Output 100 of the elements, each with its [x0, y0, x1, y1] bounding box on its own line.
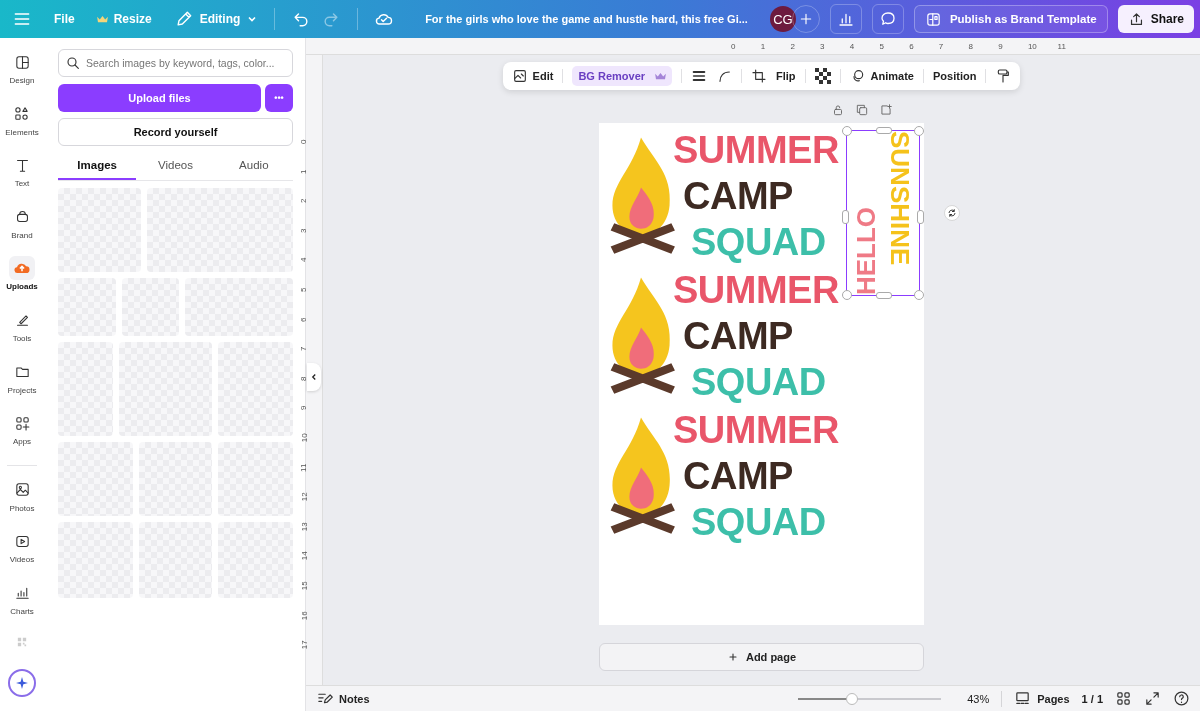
sidebar-item[interactable]: Projects: [7, 359, 37, 412]
resize-handle[interactable]: [842, 210, 849, 224]
more-options-button[interactable]: •••: [265, 84, 293, 112]
sidebar-item[interactable]: Design: [9, 50, 35, 102]
notes-button[interactable]: Notes: [316, 690, 370, 707]
media-tab[interactable]: Audio: [214, 155, 293, 180]
image-edit-icon: [511, 68, 528, 84]
zoom-percentage[interactable]: 43%: [967, 692, 990, 705]
fullscreen-icon[interactable]: [1144, 690, 1161, 707]
magic-assistant-button[interactable]: [8, 668, 36, 697]
ruler-number: 9: [299, 405, 310, 411]
upload-files-button[interactable]: Upload files: [58, 84, 261, 112]
ruler-number: 4: [299, 257, 310, 263]
crown-icon: [96, 14, 108, 24]
ruler-number: 2: [790, 41, 796, 51]
ruler-number: 0: [299, 139, 310, 144]
ruler-number: 4: [849, 41, 856, 51]
border-style-icon[interactable]: [691, 68, 708, 84]
design-text: CAMP: [683, 314, 794, 359]
rotate-handle-icon[interactable]: [943, 204, 961, 222]
pages-icon: [1014, 690, 1032, 707]
ruler-number: 8: [968, 41, 974, 51]
collapse-panel-button[interactable]: [307, 363, 321, 391]
add-page-button[interactable]: Add page: [599, 643, 924, 671]
ruler-number: 13: [299, 522, 310, 531]
ruler-number: 7: [938, 41, 945, 51]
flip-button[interactable]: Flip: [776, 70, 796, 82]
ruler-number: 15: [299, 581, 310, 591]
design-text: SUMMER: [673, 408, 839, 453]
resize-handle[interactable]: [842, 290, 852, 300]
ruler-number: 1: [299, 169, 310, 174]
transparency-icon[interactable]: [814, 68, 831, 84]
ruler-number: 16: [299, 610, 310, 620]
user-avatar[interactable]: CG: [769, 6, 796, 32]
ruler-number: 10: [1027, 41, 1038, 51]
crown-icon: [655, 71, 667, 81]
sidebar-item[interactable]: Elements: [5, 101, 39, 154]
resize-handle[interactable]: [876, 292, 892, 299]
design-text: CAMP: [683, 174, 794, 219]
media-tab[interactable]: Images: [58, 155, 137, 180]
design-text: SUMMER: [673, 128, 839, 173]
search-field[interactable]: Search images by keyword, tags, color...: [58, 49, 293, 77]
sidebar-item[interactable]: Photos: [9, 477, 35, 530]
ruler-number: 5: [879, 41, 885, 51]
ruler-number: 11: [1057, 41, 1067, 51]
ruler-number: 10: [299, 433, 310, 443]
pages-button[interactable]: Pages: [1014, 690, 1070, 707]
ruler-number: 1: [760, 41, 767, 51]
resize-handle[interactable]: [876, 127, 892, 134]
qr-code-icon[interactable]: [17, 636, 27, 647]
sidebar-item[interactable]: Uploads: [6, 256, 38, 308]
template-icon: [924, 10, 942, 28]
corner-rounding-icon[interactable]: [716, 68, 733, 84]
sidebar-item[interactable]: Text: [9, 153, 35, 205]
sidebar-item[interactable]: Charts: [9, 580, 35, 633]
ruler-number: 8: [299, 376, 310, 381]
design-text: SQUAD: [691, 220, 827, 265]
page-count: 1 / 1: [1081, 692, 1103, 705]
insights-button[interactable]: [829, 4, 862, 34]
design-text: SQUAD: [691, 360, 827, 405]
resize-handle[interactable]: [914, 290, 924, 300]
layout-icon: [13, 53, 31, 71]
sidebar-item[interactable]: Apps: [9, 411, 35, 463]
resize-handle[interactable]: [917, 210, 924, 224]
edit-button[interactable]: Edit: [511, 68, 554, 84]
comment-button[interactable]: [871, 4, 904, 34]
add-page-icon[interactable]: [878, 103, 893, 117]
ruler-number: 2: [299, 198, 310, 204]
ruler-number: 11: [299, 463, 310, 472]
crop-icon[interactable]: [751, 68, 768, 84]
ruler-number: 0: [731, 41, 737, 51]
search-icon: [65, 55, 81, 71]
sidebar-item[interactable]: Tools: [9, 307, 35, 360]
bg-remover-button[interactable]: BG Remover: [572, 66, 673, 86]
document-title[interactable]: For the girls who love the game and hustle hard, this free Gi...: [425, 13, 748, 25]
ruler-number: 12: [299, 492, 310, 502]
apps-icon: [13, 414, 31, 432]
position-button[interactable]: Position: [933, 70, 977, 82]
animate-button[interactable]: Animate: [849, 68, 914, 84]
ruler-number: 3: [299, 228, 310, 233]
publish-brand-template-button[interactable]: Publish as Brand Template: [913, 5, 1108, 33]
ruler-number: 9: [998, 41, 1004, 51]
ruler-number: 6: [299, 317, 310, 322]
resize-handle[interactable]: [842, 126, 852, 136]
grid-view-icon[interactable]: [1115, 690, 1132, 707]
ruler-number: 6: [909, 41, 915, 51]
resize-handle[interactable]: [914, 126, 924, 136]
sidebar-item[interactable]: Brand: [9, 204, 35, 257]
media-tab[interactable]: Videos: [136, 155, 215, 180]
ruler-number: 14: [299, 551, 310, 561]
design-text: CAMP: [683, 454, 794, 499]
duplicate-icon[interactable]: [854, 103, 869, 117]
sidebar-item[interactable]: Videos: [9, 529, 35, 581]
design-text: SQUAD: [691, 500, 827, 545]
share-button[interactable]: Share: [1117, 5, 1194, 33]
speech-bubble-icon: [878, 10, 897, 28]
help-icon[interactable]: [1173, 690, 1190, 707]
record-yourself-button[interactable]: Record yourself: [58, 118, 293, 146]
paint-roller-icon[interactable]: [995, 68, 1012, 84]
design-text: SUNSHINE: [884, 131, 916, 268]
